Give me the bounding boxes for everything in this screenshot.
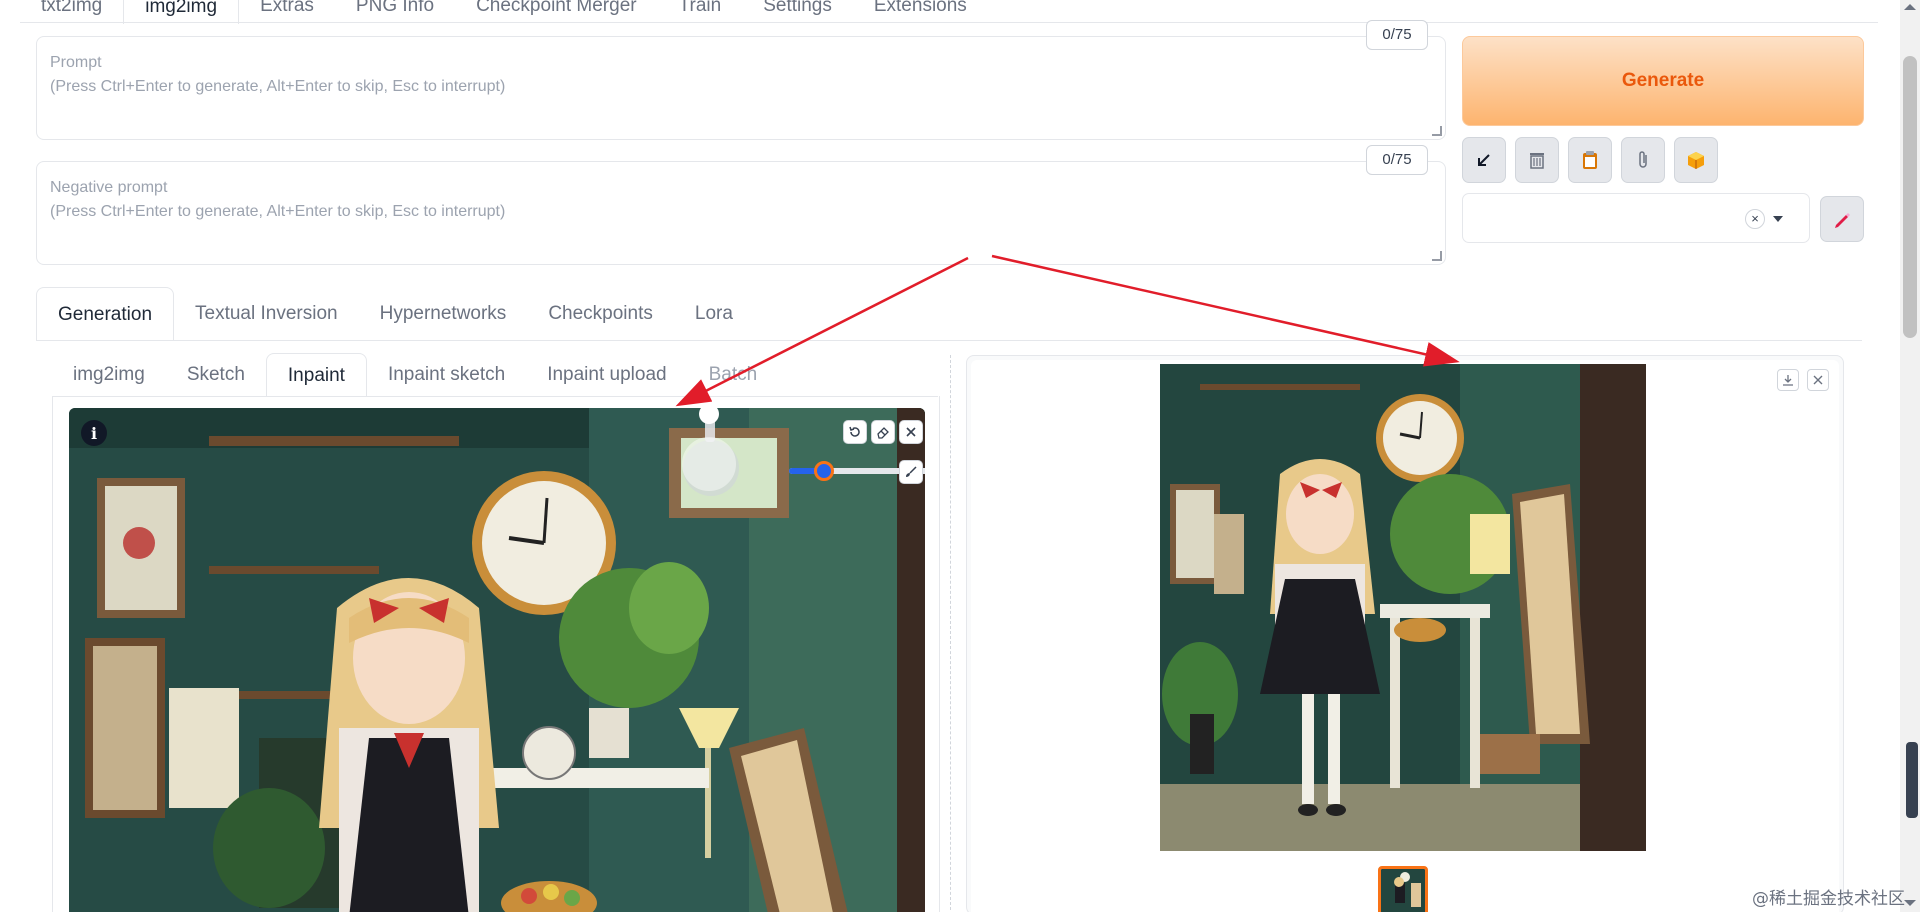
column-divider: [950, 355, 951, 912]
brush-cursor-icon: [682, 408, 736, 491]
prompt-placeholder: (Press Ctrl+Enter to generate, Alt+Enter…: [50, 78, 506, 95]
prompt-token-counter: 0/75: [1366, 20, 1428, 50]
watermark: @稀土掘金技术社区: [1752, 889, 1905, 909]
negative-prompt-input[interactable]: Negative prompt (Press Ctrl+Enter to gen…: [36, 161, 1446, 265]
clear-canvas-button[interactable]: [899, 420, 923, 444]
settings-tab-divider: [36, 340, 1862, 341]
info-icon[interactable]: i: [81, 420, 107, 446]
close-icon: [1813, 375, 1823, 385]
download-button[interactable]: [1777, 369, 1799, 391]
tab-txt2img[interactable]: txt2img: [20, 0, 123, 24]
generate-button[interactable]: Generate: [1462, 36, 1864, 126]
tab-extras[interactable]: Extras: [239, 0, 335, 24]
negative-prompt-placeholder: (Press Ctrl+Enter to generate, Alt+Enter…: [50, 203, 506, 220]
brush-button[interactable]: [899, 460, 923, 484]
brush-icon: [906, 466, 917, 477]
tab-mode-inpaint-upload[interactable]: Inpaint upload: [526, 353, 687, 397]
tab-train[interactable]: Train: [658, 0, 743, 24]
tab-mode-batch[interactable]: Batch: [688, 353, 779, 397]
save-style-button[interactable]: [1674, 137, 1718, 183]
read-params-button[interactable]: [1462, 137, 1506, 183]
negative-prompt-token-counter: 0/75: [1366, 145, 1428, 175]
side-widget[interactable]: [1906, 742, 1918, 818]
tab-lora[interactable]: Lora: [674, 287, 754, 341]
resize-handle-icon[interactable]: [1432, 251, 1442, 261]
tab-checkpoints[interactable]: Checkpoints: [527, 287, 674, 341]
tab-png-info[interactable]: PNG Info: [335, 0, 455, 24]
chevron-down-icon[interactable]: [1773, 216, 1783, 222]
tab-mode-inpaint-sketch[interactable]: Inpaint sketch: [367, 353, 526, 397]
tab-hypernetworks[interactable]: Hypernetworks: [359, 287, 528, 341]
prompt-input[interactable]: Prompt (Press Ctrl+Enter to generate, Al…: [36, 36, 1446, 140]
inpaint-canvas[interactable]: i: [69, 408, 925, 912]
output-image[interactable]: [1160, 364, 1646, 851]
clear-style-icon[interactable]: ×: [1745, 209, 1765, 229]
top-tab-divider: [20, 22, 1878, 23]
pencil-icon: [1835, 213, 1850, 228]
close-icon: [906, 427, 916, 437]
scrollbar-thumb[interactable]: [1903, 56, 1917, 338]
resize-handle-icon[interactable]: [1432, 126, 1442, 136]
download-icon: [1783, 375, 1793, 386]
undo-icon: [849, 426, 860, 437]
tab-textual-inversion[interactable]: Textual Inversion: [174, 287, 359, 341]
scroll-down-icon[interactable]: [1904, 900, 1916, 906]
trash-icon: [1530, 153, 1544, 169]
extra-networks-button[interactable]: [1621, 137, 1665, 183]
settings-tab-bar: Generation Textual Inversion Hypernetwor…: [36, 287, 754, 341]
clipboard-icon: [1583, 151, 1597, 169]
edit-style-button[interactable]: [1820, 196, 1864, 242]
styles-dropdown[interactable]: ×: [1462, 193, 1810, 243]
arrow-down-left-icon: [1478, 154, 1490, 166]
tab-img2img[interactable]: img2img: [123, 0, 240, 24]
prompt-label: Prompt: [50, 54, 102, 71]
tab-extensions[interactable]: Extensions: [853, 0, 988, 24]
tool-button-row: [1462, 137, 1718, 183]
tab-settings[interactable]: Settings: [742, 0, 853, 24]
package-icon: [1688, 152, 1704, 169]
clear-prompt-button[interactable]: [1515, 137, 1559, 183]
tab-mode-inpaint[interactable]: Inpaint: [265, 353, 367, 397]
thumbnail-image: [1381, 869, 1425, 912]
close-gallery-button[interactable]: [1807, 369, 1829, 391]
apply-style-button[interactable]: [1568, 137, 1612, 183]
img2img-mode-tab-bar: img2img Sketch Inpaint Inpaint sketch In…: [52, 353, 778, 397]
output-image-art: [1160, 364, 1646, 851]
arrow-to-output: [991, 254, 1460, 367]
tab-generation[interactable]: Generation: [36, 287, 175, 341]
eraser-icon: [877, 427, 889, 439]
scroll-up-icon[interactable]: [1904, 4, 1916, 10]
undo-button[interactable]: [843, 420, 867, 444]
source-image: [69, 408, 925, 912]
eraser-button[interactable]: [871, 420, 895, 444]
tab-mode-img2img[interactable]: img2img: [52, 353, 166, 397]
paperclip-icon: [1639, 151, 1647, 168]
top-tab-bar: txt2img img2img Extras PNG Info Checkpoi…: [20, 0, 988, 24]
gallery-thumbnail[interactable]: [1378, 866, 1428, 912]
tab-checkpoint-merger[interactable]: Checkpoint Merger: [455, 0, 658, 24]
negative-prompt-label: Negative prompt: [50, 179, 168, 196]
inpaint-panel: i: [52, 396, 940, 912]
tab-mode-sketch[interactable]: Sketch: [166, 353, 266, 397]
